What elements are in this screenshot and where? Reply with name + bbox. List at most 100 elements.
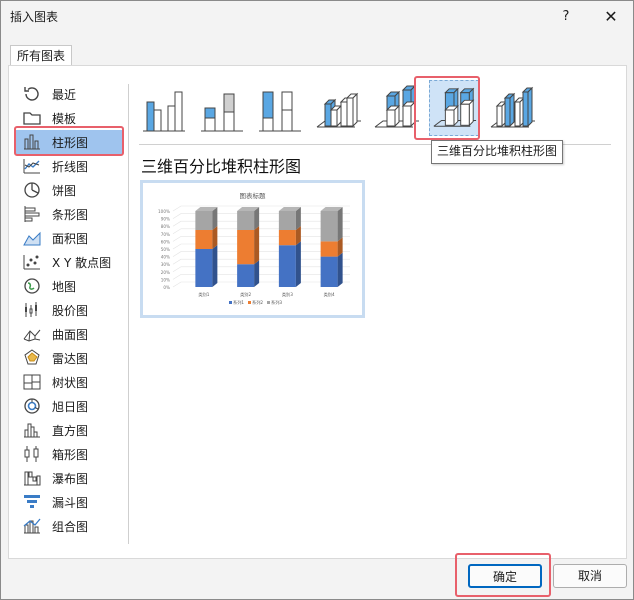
treemap-chart-icon — [22, 372, 42, 392]
bar-segment — [195, 230, 213, 249]
cancel-button[interactable]: 取消 — [553, 564, 627, 588]
subtype-3d-clustered-column[interactable] — [313, 80, 363, 136]
sidebar-item-label: 雷达图 — [52, 351, 89, 366]
bar-segment-side — [212, 226, 218, 249]
sidebar-item-label: 折线图 — [52, 159, 89, 174]
sidebar-item-label: 旭日图 — [52, 399, 89, 414]
bar-segment — [278, 245, 296, 287]
bar-segment-side — [212, 245, 218, 287]
folder-icon — [22, 108, 42, 128]
selected-chart-name: 三维百分比堆积柱形图 — [141, 157, 302, 176]
close-button[interactable]: ✕ — [597, 5, 625, 29]
sidebar-item-waterfall-chart[interactable]: 瀑布图 — [16, 466, 122, 490]
sidebar-item-line-chart[interactable]: 折线图 — [16, 154, 122, 178]
sidebar-item-funnel-chart[interactable]: 漏斗图 — [16, 490, 122, 514]
y-tick-label: 80% — [161, 224, 170, 229]
subtype-stacked-column[interactable] — [197, 80, 247, 136]
sidebar-item-label: 地图 — [52, 279, 77, 294]
surface-chart-icon — [22, 324, 42, 344]
sidebar-item-label: 股价图 — [52, 303, 89, 318]
sidebar-item-label: 树状图 — [52, 375, 89, 390]
sidebar-item-label: 条形图 — [52, 207, 89, 222]
sidebar-item-label: 模板 — [52, 111, 77, 126]
chart-preview[interactable]: 图表标题 100% 90% 80% 70% 60% 50% 40% 30% 20% 10% 0% 类别1… — [140, 180, 365, 318]
bar-segment — [195, 211, 213, 230]
subtype-clustered-column[interactable] — [139, 80, 189, 136]
sidebar-item-label: 箱形图 — [52, 447, 89, 462]
sidebar-item-stock-chart[interactable]: 股价图 — [16, 298, 122, 322]
legend-label: 系列3 — [271, 299, 282, 306]
bar-segment-side — [295, 207, 301, 230]
bar-segment — [278, 230, 296, 246]
sidebar-item-label: 组合图 — [52, 519, 89, 534]
title-bar: 插入图表 ? ✕ — [1, 1, 633, 33]
x-tick-label: 类别2 — [240, 291, 251, 298]
legend-swatch — [248, 301, 251, 304]
boxwhisker-chart-icon — [22, 444, 42, 464]
dialog-title: 插入图表 — [10, 10, 59, 24]
sidebar-divider — [128, 84, 129, 544]
bar-segment-side — [254, 226, 260, 265]
bar-segment — [237, 211, 255, 230]
y-tick-label: 30% — [161, 262, 170, 267]
legend-label: 系列2 — [252, 299, 263, 306]
bar-segment-side — [337, 252, 343, 287]
sidebar-item-radar-chart[interactable]: 雷达图 — [16, 346, 122, 370]
bar-segment — [278, 211, 296, 230]
bar-chart-icon — [22, 204, 42, 224]
sidebar-item-area-chart[interactable]: 面积图 — [16, 226, 122, 250]
recent-icon — [22, 84, 42, 104]
sidebar-item-boxwhisker-chart[interactable]: 箱形图 — [16, 442, 122, 466]
stacked-column-icon — [201, 93, 243, 132]
bar-segment — [320, 256, 338, 287]
y-tick-label: 100% — [158, 209, 170, 214]
sidebar-item-sunburst-chart[interactable]: 旭日图 — [16, 394, 122, 418]
funnel-chart-icon — [22, 492, 42, 512]
sidebar-item-label: 饼图 — [52, 183, 77, 198]
sidebar-item-label: 直方图 — [52, 423, 89, 438]
sidebar-item-histogram-chart[interactable]: 直方图 — [16, 418, 122, 442]
sidebar-item-combo-chart[interactable]: 组合图 — [16, 514, 122, 538]
sidebar-item-label: 漏斗图 — [52, 495, 89, 510]
bar-segment — [237, 264, 255, 287]
sidebar-item-recent[interactable]: 最近 — [16, 82, 122, 106]
sidebar-item-map-chart[interactable]: 地图 — [16, 274, 122, 298]
waterfall-chart-icon — [22, 468, 42, 488]
stock-chart-icon — [22, 300, 42, 320]
combo-chart-icon — [22, 516, 42, 536]
ok-button[interactable]: 确定 — [468, 564, 542, 588]
x-tick-label: 类别4 — [324, 291, 335, 298]
y-tick-label: 0% — [163, 285, 170, 290]
bar-segment-side — [212, 207, 218, 230]
y-tick-label: 40% — [161, 255, 170, 260]
bar-segment-side — [295, 241, 301, 287]
area-chart-icon — [22, 228, 42, 248]
subtype-3d-column[interactable] — [487, 80, 537, 136]
help-button[interactable]: ? — [552, 5, 580, 29]
percent-stacked-column-icon — [259, 91, 301, 132]
clustered-column-icon — [143, 91, 185, 132]
sidebar-item-treemap-chart[interactable]: 树状图 — [16, 370, 122, 394]
bar-segment-side — [254, 260, 260, 287]
highlight-column-category — [14, 126, 124, 156]
subtype-percent-stacked-column[interactable] — [255, 80, 305, 136]
sidebar-item-label: 面积图 — [52, 231, 89, 246]
highlight-selected-subtype — [414, 76, 480, 140]
sidebar-item-label: X Y 散点图 — [52, 255, 112, 270]
radar-chart-icon — [22, 348, 42, 368]
bar-segment — [195, 249, 213, 287]
sidebar-item-pie-chart[interactable]: 饼图 — [16, 178, 122, 202]
preview-chart-title: 图表标题 — [240, 191, 267, 200]
sidebar-item-surface-chart[interactable]: 曲面图 — [16, 322, 122, 346]
sidebar-item-bar-chart[interactable]: 条形图 — [16, 202, 122, 226]
map-chart-icon — [22, 276, 42, 296]
sidebar-item-scatter-chart[interactable]: X Y 散点图 — [16, 250, 122, 274]
legend-swatch — [267, 301, 270, 304]
sidebar-item-label: 曲面图 — [52, 327, 89, 342]
sidebar-item-label: 最近 — [52, 87, 77, 102]
bar-segment-side — [337, 207, 343, 242]
preview-chart-svg: 图表标题 100% 90% 80% 70% 60% 50% 40% 30% 20% 10% 0% 类别1… — [158, 191, 350, 306]
bar-segment — [237, 230, 255, 265]
subtype-tooltip: 三维百分比堆积柱形图 — [431, 140, 564, 164]
scatter-chart-icon — [22, 252, 42, 272]
